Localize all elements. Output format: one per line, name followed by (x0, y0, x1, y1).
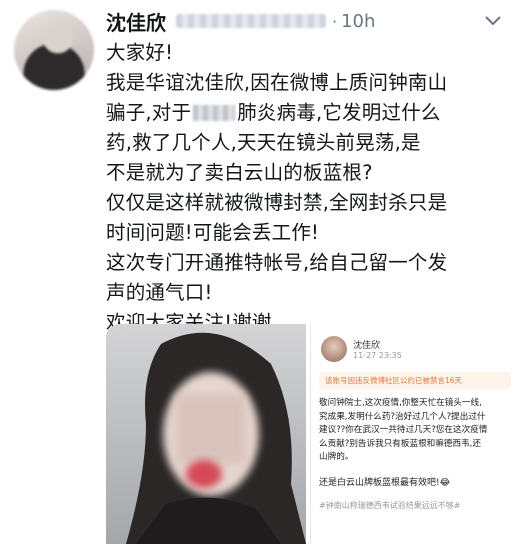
embedded-post-header: 沈佳欣 11-27 23:35 (311, 324, 518, 362)
embedded-paragraph: 敬问钟院士,这次疫情,你整天忙在镜头一线, 究成果,发明什么药?治好过几个人?提… (319, 397, 513, 465)
tweet-line: 声的通气口! (106, 281, 213, 304)
author-name[interactable]: 沈佳欣 (106, 7, 166, 36)
tweet-line: 我是华谊沈佳欣,因在微博上质问钟南山 (106, 68, 511, 98)
embedded-line: 究成果,发明什么药?治好过几个人?提出过什 (319, 411, 486, 422)
embedded-time: 11-27 23:35 (353, 351, 402, 360)
tweet-timestamp[interactable]: 10h (341, 11, 375, 32)
tweet-photo-screenshot[interactable]: 沈佳欣 11-27 23:35 该账号因违反微博社区公约已被禁言16天 敬问钟院… (310, 324, 518, 544)
tweet-line-part: 肺炎病毒,它发明过什么 (237, 101, 441, 124)
tweet-line: 时间问题!可能会丢工作! (106, 221, 320, 244)
tweet-header: 沈佳欣 · 10h (106, 7, 508, 36)
tweet-text: 大家好! 我是华谊沈佳欣,因在微博上质问钟南山 骗子,对于 肺炎病毒,它发明过什么… (106, 38, 511, 338)
tweet-line: 药,救了几个人,天天在镜头前晃荡,是 (106, 131, 421, 154)
embedded-line: 建议??你在武汉一共待过几天?您在这次疫情 (319, 425, 488, 435)
separator-dot: · (332, 11, 338, 31)
author-handle-redacted (176, 14, 326, 28)
embedded-avatar (321, 336, 347, 362)
embedded-author: 沈佳欣 (353, 341, 381, 351)
author-avatar[interactable] (14, 10, 94, 90)
embedded-line: 么贡献?别告诉我只有板蓝根和嘛德西韦,还 (319, 438, 481, 449)
redacted-text (193, 105, 236, 121)
tweet-line: 大家好! (106, 41, 174, 64)
tweet-line: 这次专门开通推特帐号,给自己留一个发 (106, 251, 448, 274)
tweet-line-part: 我是华谊沈佳欣,因在微博上质问钟南山 (106, 71, 448, 94)
tweet-line: 仅仅是这样就被微博封禁,全网封杀只是 (106, 191, 448, 214)
embedded-notice: 该账号因违反微博社区公约已被禁言16天 (319, 372, 511, 389)
tweet-line: 骗子,对于 肺炎病毒,它发明过什么 (106, 98, 511, 128)
tweet-line: 不是就为了卖白云山的板蓝根? (106, 161, 373, 184)
embedded-line: 山牌的。 (319, 452, 354, 462)
embedded-punchline: 还是白云山牌板蓝根最有效吧!😂 (319, 477, 451, 488)
tweet-photo-portrait[interactable] (106, 324, 306, 544)
embedded-hashtag: #钟南山称瑞德西韦试验结果远远不够# (319, 500, 461, 510)
embedded-line: 敬问钟院士,这次疫情,你整天忙在镜头一线, (319, 398, 482, 408)
chevron-down-icon[interactable] (482, 10, 504, 32)
tweet-line-part: 骗子,对于 (106, 101, 192, 124)
